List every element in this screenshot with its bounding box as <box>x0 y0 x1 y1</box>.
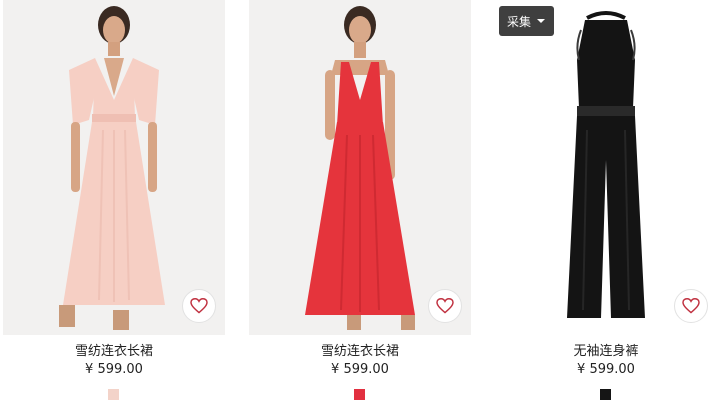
heart-outline-icon <box>436 298 454 314</box>
product-grid: 雪纺连衣长裙 ¥ 599.00 雪纺连衣长裙 ¥ 599.00 无袖连身裤 ¥ … <box>0 0 714 417</box>
heart-outline-icon <box>682 298 700 314</box>
product-name[interactable]: 雪纺连衣长裙 <box>3 343 225 361</box>
product-card[interactable]: 无袖连身裤 ¥ 599.00 <box>495 0 714 417</box>
product-price: ¥ 599.00 <box>85 362 143 377</box>
product-price: ¥ 599.00 <box>577 362 635 377</box>
product-image[interactable] <box>249 0 471 335</box>
collect-label: 采集 <box>507 14 532 29</box>
product-card[interactable]: 雪纺连衣长裙 ¥ 599.00 <box>249 0 471 417</box>
product-image[interactable] <box>3 0 225 335</box>
color-swatch[interactable] <box>600 389 611 400</box>
favorite-button[interactable] <box>428 289 462 323</box>
heart-outline-icon <box>190 298 208 314</box>
product-name[interactable]: 无袖连身裤 <box>495 343 714 361</box>
color-swatch[interactable] <box>108 389 119 400</box>
favorite-button[interactable] <box>674 289 708 323</box>
color-swatch[interactable] <box>354 389 365 400</box>
product-card[interactable]: 雪纺连衣长裙 ¥ 599.00 <box>3 0 225 417</box>
product-name[interactable]: 雪纺连衣长裙 <box>249 343 471 361</box>
favorite-button[interactable] <box>182 289 216 323</box>
collect-button[interactable]: 采集 <box>499 6 554 36</box>
caret-down-icon <box>537 19 546 23</box>
product-price: ¥ 599.00 <box>331 362 389 377</box>
product-image[interactable] <box>495 0 714 335</box>
